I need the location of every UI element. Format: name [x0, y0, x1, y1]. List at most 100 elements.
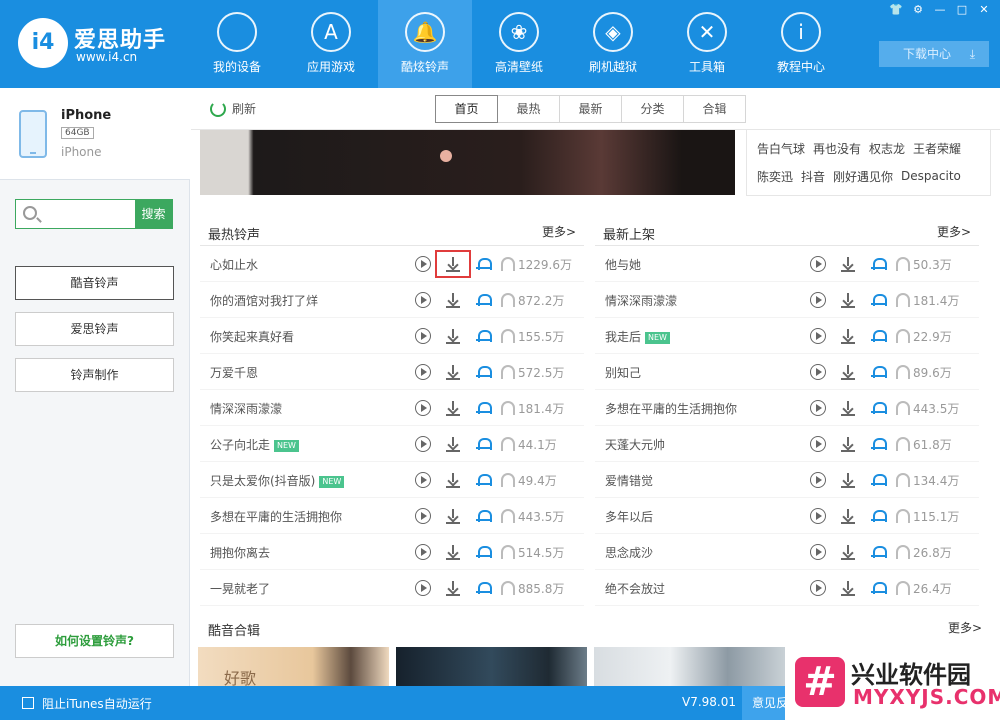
set-ringtone-bell-icon[interactable]	[870, 256, 887, 272]
download-icon[interactable]	[445, 472, 461, 488]
nav-item-1[interactable]: A 应用游戏	[284, 0, 378, 88]
nav-item-2[interactable]: 🔔 酷炫铃声	[378, 0, 472, 88]
ringtone-name[interactable]: 只是太爱你(抖音版) NEW	[210, 472, 345, 489]
download-icon[interactable]	[840, 580, 856, 596]
download-icon[interactable]	[445, 544, 461, 560]
ringtone-name[interactable]: 你笑起来真好看	[210, 328, 294, 345]
block-itunes-checkbox[interactable]	[22, 697, 34, 709]
banner-image[interactable]	[200, 130, 735, 195]
play-icon[interactable]	[810, 580, 826, 596]
close-icon[interactable]: ✕	[976, 3, 992, 17]
more-link[interactable]: 更多>	[937, 223, 971, 240]
set-ringtone-bell-icon[interactable]	[870, 436, 887, 452]
tab-3[interactable]: 分类	[621, 95, 684, 123]
ringtone-name[interactable]: 公子向北走 NEW	[210, 436, 299, 453]
tag-link[interactable]: 抖音	[801, 168, 825, 185]
set-ringtone-bell-icon[interactable]	[475, 580, 492, 596]
set-ringtone-bell-icon[interactable]	[475, 364, 492, 380]
set-ringtone-bell-icon[interactable]	[475, 292, 492, 308]
tag-link[interactable]: Despacito	[901, 169, 961, 183]
play-icon[interactable]	[415, 256, 431, 272]
tag-link[interactable]: 刚好遇见你	[833, 168, 893, 185]
download-icon[interactable]	[840, 256, 856, 272]
ringtone-name[interactable]: 拥抱你离去	[210, 544, 270, 561]
tab-2[interactable]: 最新	[559, 95, 622, 123]
nav-item-4[interactable]: ◈ 刷机越狱	[566, 0, 660, 88]
tag-link[interactable]: 权志龙	[869, 140, 905, 157]
download-icon[interactable]	[445, 580, 461, 596]
download-icon[interactable]	[445, 364, 461, 380]
nav-item-5[interactable]: ✕ 工具箱	[660, 0, 754, 88]
play-icon[interactable]	[810, 364, 826, 380]
download-icon[interactable]	[445, 400, 461, 416]
set-ringtone-bell-icon[interactable]	[475, 256, 492, 272]
download-icon[interactable]	[840, 364, 856, 380]
play-icon[interactable]	[810, 472, 826, 488]
nav-item-3[interactable]: ❀ 高清壁纸	[472, 0, 566, 88]
tag-link[interactable]: 陈奕迅	[757, 168, 793, 185]
minimize-icon[interactable]: —	[932, 3, 948, 17]
howto-set-ringtone-button[interactable]: 如何设置铃声?	[15, 624, 174, 658]
download-icon[interactable]	[445, 328, 461, 344]
play-icon[interactable]	[415, 436, 431, 452]
album-card[interactable]	[594, 647, 785, 686]
set-ringtone-bell-icon[interactable]	[870, 364, 887, 380]
play-icon[interactable]	[415, 292, 431, 308]
album-card[interactable]	[396, 647, 587, 686]
play-icon[interactable]	[415, 580, 431, 596]
ringtone-name[interactable]: 万爱千恩	[210, 364, 258, 381]
sidebar-item-kuyin[interactable]: 酷音铃声	[15, 266, 174, 300]
play-icon[interactable]	[415, 328, 431, 344]
ringtone-name[interactable]: 你的酒馆对我打了烊	[210, 292, 318, 309]
set-ringtone-bell-icon[interactable]	[870, 472, 887, 488]
play-icon[interactable]	[415, 472, 431, 488]
download-icon[interactable]	[840, 508, 856, 524]
set-ringtone-bell-icon[interactable]	[870, 292, 887, 308]
tag-link[interactable]: 告白气球	[757, 140, 805, 157]
skin-icon[interactable]: 👕	[888, 3, 904, 17]
set-ringtone-bell-icon[interactable]	[870, 580, 887, 596]
play-icon[interactable]	[810, 544, 826, 560]
search-button[interactable]: 搜索	[135, 200, 172, 228]
sidebar-item-aisi[interactable]: 爱思铃声	[15, 312, 174, 346]
ringtone-name[interactable]: 情深深雨濛濛	[210, 400, 282, 417]
ringtone-name[interactable]: 我走后 NEW	[605, 328, 670, 345]
albums-more-link[interactable]: 更多>	[948, 619, 982, 636]
download-icon[interactable]	[445, 436, 461, 452]
play-icon[interactable]	[415, 508, 431, 524]
tag-link[interactable]: 王者荣耀	[913, 140, 961, 157]
download-icon[interactable]	[840, 436, 856, 452]
tab-0[interactable]: 首页	[435, 95, 498, 123]
sidebar-item-make-ringtone[interactable]: 铃声制作	[15, 358, 174, 392]
play-icon[interactable]	[810, 328, 826, 344]
play-icon[interactable]	[415, 400, 431, 416]
ringtone-name[interactable]: 他与她	[605, 256, 641, 273]
download-icon[interactable]	[445, 292, 461, 308]
ringtone-name[interactable]: 一晃就老了	[210, 580, 270, 597]
download-icon[interactable]	[445, 508, 461, 524]
nav-item-0[interactable]: 我的设备	[190, 0, 284, 88]
nav-item-6[interactable]: i 教程中心	[754, 0, 848, 88]
ringtone-name[interactable]: 情深深雨濛濛	[605, 292, 677, 309]
set-ringtone-bell-icon[interactable]	[870, 544, 887, 560]
download-icon[interactable]	[840, 400, 856, 416]
album-card[interactable]: 好歌	[198, 647, 389, 688]
ringtone-name[interactable]: 多想在平庸的生活拥抱你	[210, 508, 342, 525]
set-ringtone-bell-icon[interactable]	[870, 508, 887, 524]
ringtone-name[interactable]: 爱情错觉	[605, 472, 653, 489]
download-icon[interactable]	[840, 328, 856, 344]
ringtone-name[interactable]: 别知己	[605, 364, 641, 381]
set-ringtone-bell-icon[interactable]	[870, 400, 887, 416]
refresh-button[interactable]: 刷新	[210, 100, 256, 117]
ringtone-name[interactable]: 多想在平庸的生活拥抱你	[605, 400, 737, 417]
set-ringtone-bell-icon[interactable]	[475, 400, 492, 416]
play-icon[interactable]	[810, 256, 826, 272]
set-ringtone-bell-icon[interactable]	[475, 436, 492, 452]
play-icon[interactable]	[415, 544, 431, 560]
play-icon[interactable]	[810, 400, 826, 416]
ringtone-name[interactable]: 绝不会放过	[605, 580, 665, 597]
set-ringtone-bell-icon[interactable]	[475, 328, 492, 344]
set-ringtone-bell-icon[interactable]	[475, 544, 492, 560]
ringtone-name[interactable]: 思念成沙	[605, 544, 653, 561]
set-ringtone-bell-icon[interactable]	[870, 328, 887, 344]
